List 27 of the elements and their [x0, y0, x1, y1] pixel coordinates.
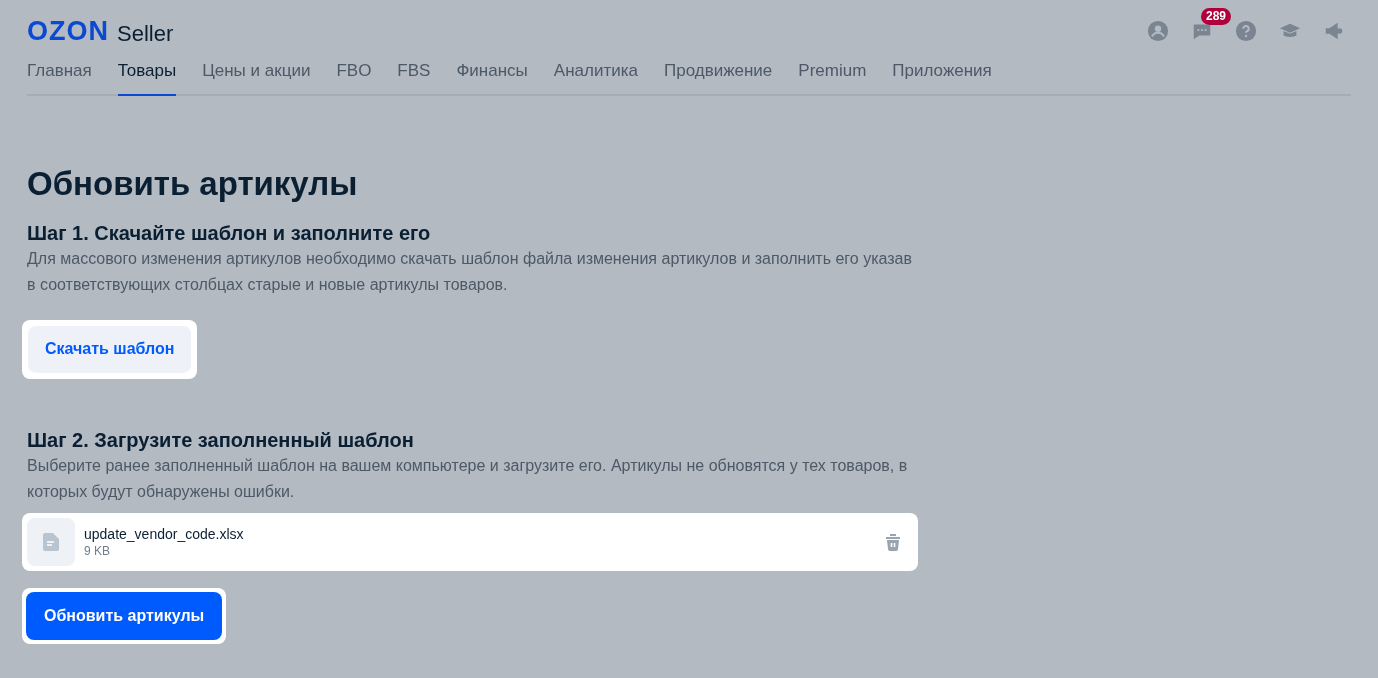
nav-tab[interactable]: Финансы	[456, 58, 528, 96]
file-size: 9 KB	[84, 542, 111, 559]
logo[interactable]: OZON	[27, 17, 109, 45]
help-icon[interactable]	[1235, 20, 1257, 42]
nav-tab[interactable]: Продвижение	[663, 58, 773, 96]
step-heading: Шаг 1. Скачайте шаблон и заполните его	[27, 220, 432, 246]
nav-tab[interactable]: Приложения	[892, 58, 992, 96]
nav-tab[interactable]: Товары	[117, 58, 177, 96]
nav-tab[interactable]: Цены и акции	[202, 58, 311, 96]
logo-suffix: Seller	[117, 22, 174, 45]
nav-tab[interactable]: FBS	[397, 58, 431, 96]
profile-icon[interactable]	[1147, 20, 1169, 42]
file-icon	[43, 532, 59, 551]
notification-badge: 289	[1201, 8, 1232, 25]
nav-tab[interactable]: FBO	[336, 58, 372, 96]
file-name: update_vendor_code.xlsx	[84, 524, 244, 543]
step-description: Выберите ранее заполненный шаблон на вашем компьютере и загрузите его. Артикулы не обновятся у тех товаров, в которых будут обнаружены ошибки.	[27, 455, 909, 502]
nav-tab[interactable]: Аналитика	[553, 58, 638, 96]
download-template-button[interactable]: Скачать шаблон	[28, 325, 192, 373]
nav-tab[interactable]: Главная	[27, 58, 92, 96]
update-codes-button[interactable]: Обновить артикулы	[26, 591, 223, 640]
page-title: Обновить артикулы	[27, 163, 359, 204]
delete-icon[interactable]	[883, 531, 903, 552]
nav-tab[interactable]: Premium	[798, 58, 867, 96]
megaphone-icon[interactable]	[1323, 20, 1345, 42]
step-description: Для массового изменения артикулов необходимо скачать шаблон файла изменения артикулов и заполнить его указав в соответствующих столбцах старые и новые артикулы товаров.	[27, 248, 913, 295]
step-heading: Шаг 2. Загрузите заполненный шаблон	[27, 427, 415, 453]
